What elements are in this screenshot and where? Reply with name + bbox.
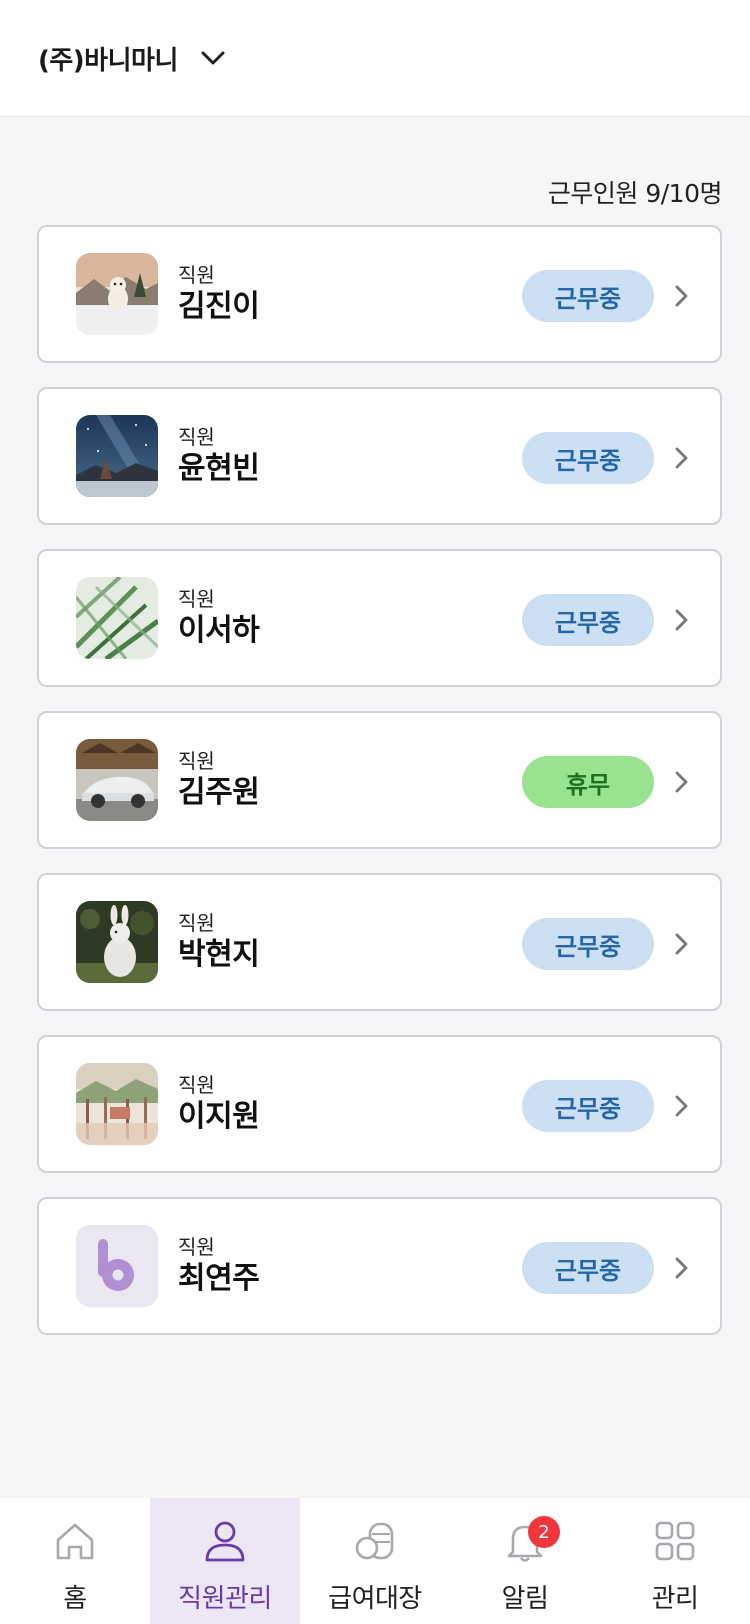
chevron-right-icon[interactable]: [670, 282, 694, 310]
chevron-right-icon[interactable]: [670, 606, 694, 634]
working-count: 근무인원 9/10명: [547, 179, 723, 208]
person-icon: [205, 1521, 245, 1562]
employee-card[interactable]: 직원 최연주 근무중: [37, 1197, 722, 1335]
employee-name: 이서하: [178, 613, 260, 648]
employee-card[interactable]: 직원 박현지 근무중: [37, 873, 722, 1011]
nav-label: 홈: [63, 1584, 87, 1614]
coins-icon: [355, 1522, 394, 1560]
employee-name: 김진이: [178, 289, 260, 324]
chevron-right-icon[interactable]: [670, 768, 694, 796]
status-badge: 근무중: [522, 1242, 654, 1294]
employee-role: 직원: [178, 1073, 215, 1097]
employee-name: 김주원: [178, 775, 260, 810]
employee-avatar: [76, 415, 158, 497]
employee-role: 직원: [178, 911, 215, 935]
status-badge: 근무중: [522, 432, 654, 484]
nav-manage[interactable]: 관리: [600, 1498, 750, 1624]
status-badge: 근무중: [522, 918, 654, 970]
employee-name: 윤현빈: [178, 451, 260, 486]
employee-role: 직원: [178, 749, 215, 773]
employee-avatar: [76, 1063, 158, 1145]
employee-avatar: [76, 1225, 158, 1307]
grid-icon: [655, 1521, 695, 1561]
company-name[interactable]: (주)바니마니: [38, 40, 178, 77]
employee-role: 직원: [178, 425, 215, 449]
nav-label: 직원관리: [178, 1584, 272, 1614]
chevron-right-icon[interactable]: [670, 1092, 694, 1120]
chevron-down-icon[interactable]: [198, 43, 228, 73]
employee-role: 직원: [178, 1235, 215, 1259]
employee-avatar: [76, 577, 158, 659]
nav-label: 알림: [501, 1584, 549, 1614]
employee-name: 이지원: [178, 1099, 260, 1134]
nav-home[interactable]: 홈: [0, 1498, 150, 1624]
employee-card[interactable]: 직원 윤현빈 근무중: [37, 387, 722, 525]
chevron-right-icon[interactable]: [670, 930, 694, 958]
employee-avatar: [76, 739, 158, 821]
bottom-navigation: 홈 직원관리 급여대장 2 알림 관리: [0, 1498, 750, 1624]
status-badge: 근무중: [522, 1080, 654, 1132]
employee-list: 직원 김진이 근무중 직원 윤현빈 근무중 직원 이서하 근무중 직원 김주원 …: [37, 225, 722, 1359]
home-icon: [56, 1523, 94, 1560]
nav-label: 관리: [651, 1584, 699, 1614]
employee-role: 직원: [178, 587, 215, 611]
nav-notifications[interactable]: 2 알림: [450, 1498, 600, 1624]
status-badge: 근무중: [522, 270, 654, 322]
employee-avatar: [76, 901, 158, 983]
employee-card[interactable]: 직원 이지원 근무중: [37, 1035, 722, 1173]
nav-payroll[interactable]: 급여대장: [300, 1498, 450, 1624]
nav-label: 급여대장: [328, 1584, 422, 1614]
employee-name: 최연주: [178, 1261, 260, 1296]
notification-count-badge: 2: [528, 1516, 560, 1548]
app-header: (주)바니마니: [0, 0, 750, 117]
employee-role: 직원: [178, 263, 215, 287]
chevron-right-icon[interactable]: [670, 444, 694, 472]
status-badge: 근무중: [522, 594, 654, 646]
nav-employees[interactable]: 직원관리: [150, 1498, 300, 1624]
status-badge: 휴무: [522, 756, 654, 808]
employee-name: 박현지: [178, 937, 260, 972]
employee-card[interactable]: 직원 김주원 휴무: [37, 711, 722, 849]
employee-card[interactable]: 직원 김진이 근무중: [37, 225, 722, 363]
employee-card[interactable]: 직원 이서하 근무중: [37, 549, 722, 687]
employee-avatar: [76, 253, 158, 335]
chevron-right-icon[interactable]: [670, 1254, 694, 1282]
